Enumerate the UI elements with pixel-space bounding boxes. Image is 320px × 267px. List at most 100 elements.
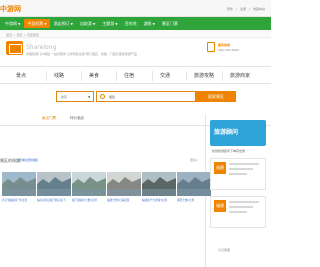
nav-item[interactable]: 酒店预订 ▼ bbox=[51, 19, 76, 28]
advisor-icon: 福建 bbox=[214, 200, 226, 212]
card-text-line bbox=[229, 206, 253, 208]
province-value: 北京 bbox=[61, 95, 68, 99]
card-text-line bbox=[229, 201, 259, 203]
header-title: Sharelong bbox=[26, 44, 57, 51]
ticket-logo bbox=[6, 41, 23, 55]
nav-item[interactable]: 景区门票 bbox=[159, 19, 181, 28]
landscape-photo bbox=[142, 172, 176, 196]
nav-item[interactable]: 中游网 ▼ bbox=[2, 19, 23, 28]
nav-item-label: 中游机票 bbox=[27, 20, 44, 26]
route-image[interactable] bbox=[177, 172, 211, 196]
top-links: 登录 | 注册 | 收藏本站 bbox=[227, 7, 265, 11]
nav-item[interactable]: 主题游 ▼ bbox=[99, 19, 120, 28]
more-link[interactable]: 更多> bbox=[190, 158, 199, 162]
hotline-number: 400-000-0000 bbox=[218, 48, 240, 52]
login-link[interactable]: 登录 bbox=[227, 7, 233, 11]
landscape-photo bbox=[177, 172, 211, 196]
register-link[interactable]: 注册 bbox=[240, 7, 246, 11]
nav-item[interactable]: 中游机票 ▼ bbox=[24, 19, 50, 28]
nav-item-label: 景区门票 bbox=[161, 20, 178, 26]
category-tab[interactable]: 景点 bbox=[16, 72, 26, 79]
sub-nav bbox=[0, 30, 271, 38]
search-value: 福建 bbox=[109, 95, 116, 99]
nav-item-label: 中游网 bbox=[5, 20, 17, 26]
nav-item[interactable]: 游帆 ▼ bbox=[141, 19, 158, 28]
tab-divider bbox=[186, 71, 187, 81]
route-image[interactable] bbox=[72, 172, 106, 196]
sidebar-header-title: 旅游顾问 bbox=[214, 129, 239, 136]
category-tab[interactable]: 旅游攻略 bbox=[194, 72, 214, 79]
favorite-link[interactable]: 收藏本站 bbox=[253, 7, 265, 11]
advisor-icon: 福建 bbox=[214, 162, 226, 174]
breadcrumb-home[interactable]: 首页 bbox=[6, 33, 12, 37]
card-text-line bbox=[229, 168, 253, 170]
route-caption[interactable]: 闽西土楼2日游 bbox=[177, 199, 211, 202]
separator: | bbox=[235, 7, 237, 11]
nav-item-label: 自助游 bbox=[79, 20, 92, 26]
tab-divider bbox=[152, 71, 153, 81]
category-tab[interactable]: 线路 bbox=[54, 72, 64, 79]
landscape-photo bbox=[2, 172, 36, 196]
search-button[interactable]: 搜索景区 bbox=[196, 91, 236, 102]
tab-special-hotels[interactable]: 特价酒店 bbox=[70, 116, 84, 121]
chevron-down-icon: ▼ bbox=[88, 95, 91, 99]
main-nav: 中游网 ▼ 中游机票 ▼ 酒店预订 ▼ 自助游 ▼ 主题游 ▼ 目的地 游帆 ▼ 景区门票 bbox=[0, 17, 271, 30]
breadcrumb: 首页 > 景区 > 景区搜索 bbox=[6, 33, 39, 37]
breadcrumb-sep: > bbox=[23, 33, 26, 37]
header-desc: 中国旅游门户网站 一站式服务 让你轻松出游 预订酒店、机票、门票及更多旅游产品 bbox=[26, 52, 137, 56]
route-image[interactable] bbox=[2, 172, 36, 196]
category-tabs: 景点 线路 美食 住宿 交通 旅游攻略 旅游商家 bbox=[0, 66, 271, 84]
view-all-link[interactable]: [查看全部线路] bbox=[18, 158, 38, 162]
category-tab[interactable]: 住宿 bbox=[124, 72, 134, 79]
nav-item-label: 游帆 bbox=[143, 20, 152, 26]
route-image[interactable] bbox=[107, 172, 141, 196]
chevron-down-icon: ▼ bbox=[92, 21, 96, 26]
breadcrumb-scenic[interactable]: 景区 bbox=[16, 33, 22, 37]
section-title: 景区的线路 bbox=[0, 158, 20, 163]
site-logo[interactable]: 中游网 bbox=[0, 4, 21, 14]
route-caption[interactable]: 福州武夷山厦门纯玩双飞 bbox=[37, 199, 71, 202]
advisor-card[interactable]: 福建 bbox=[210, 196, 266, 228]
landscape-photo bbox=[37, 172, 71, 196]
tab-divider bbox=[46, 71, 47, 81]
tab-scenic-tickets[interactable]: 景点门票 bbox=[42, 116, 56, 121]
chevron-down-icon: ▼ bbox=[44, 21, 47, 26]
card-text-line bbox=[229, 173, 247, 175]
route-image[interactable] bbox=[37, 172, 71, 196]
search-icon bbox=[100, 94, 105, 99]
province-select[interactable]: 北京 ▼ bbox=[56, 91, 94, 102]
chevron-down-icon: ▼ bbox=[18, 21, 21, 26]
nav-item[interactable]: 目的地 bbox=[122, 19, 140, 28]
search-input[interactable]: 福建 bbox=[96, 91, 196, 102]
route-caption[interactable]: 厦门鼓浪屿土楼4日游 bbox=[72, 199, 106, 202]
card-text-line bbox=[229, 211, 247, 213]
tab-divider bbox=[222, 71, 223, 81]
tab-divider bbox=[116, 71, 117, 81]
nav-item-label: 酒店预订 bbox=[53, 20, 70, 26]
sidebar-footer: 今日客服 bbox=[218, 248, 231, 252]
route-caption[interactable]: 福建泰宁大金湖3日游 bbox=[142, 199, 176, 202]
tab-divider bbox=[81, 71, 82, 81]
separator: | bbox=[248, 7, 250, 11]
category-tab[interactable]: 美食 bbox=[89, 72, 99, 79]
landscape-photo bbox=[107, 172, 141, 196]
category-tab[interactable]: 交通 bbox=[160, 72, 170, 79]
chevron-down-icon: ▼ bbox=[70, 21, 73, 26]
nav-item[interactable]: 自助游 ▼ bbox=[77, 19, 98, 28]
category-tab[interactable]: 旅游商家 bbox=[230, 72, 250, 79]
route-caption[interactable]: 福建全景8日深度游 bbox=[107, 199, 141, 202]
advisor-card[interactable]: 福建 bbox=[210, 158, 266, 190]
chevron-down-icon: ▼ bbox=[152, 21, 155, 26]
nav-item-label: 主题游 bbox=[102, 20, 115, 26]
card-text-line bbox=[229, 163, 259, 165]
top-bar: 中游网 登录 | 注册 | 收藏本站 bbox=[0, 0, 271, 17]
hotline-label: 服务热线 bbox=[218, 43, 231, 47]
route-image[interactable] bbox=[142, 172, 176, 196]
landscape-photo bbox=[72, 172, 106, 196]
chevron-down-icon: ▼ bbox=[115, 21, 118, 26]
sidebar-subtitle: 找到旅游顾问下单有优惠 bbox=[212, 149, 246, 153]
nav-item-label: 目的地 bbox=[124, 20, 137, 26]
route-caption[interactable]: 北京到福建双飞5日游 bbox=[2, 199, 36, 202]
phone-icon bbox=[207, 42, 215, 52]
sidebar-header[interactable]: 旅游顾问 bbox=[210, 120, 266, 146]
